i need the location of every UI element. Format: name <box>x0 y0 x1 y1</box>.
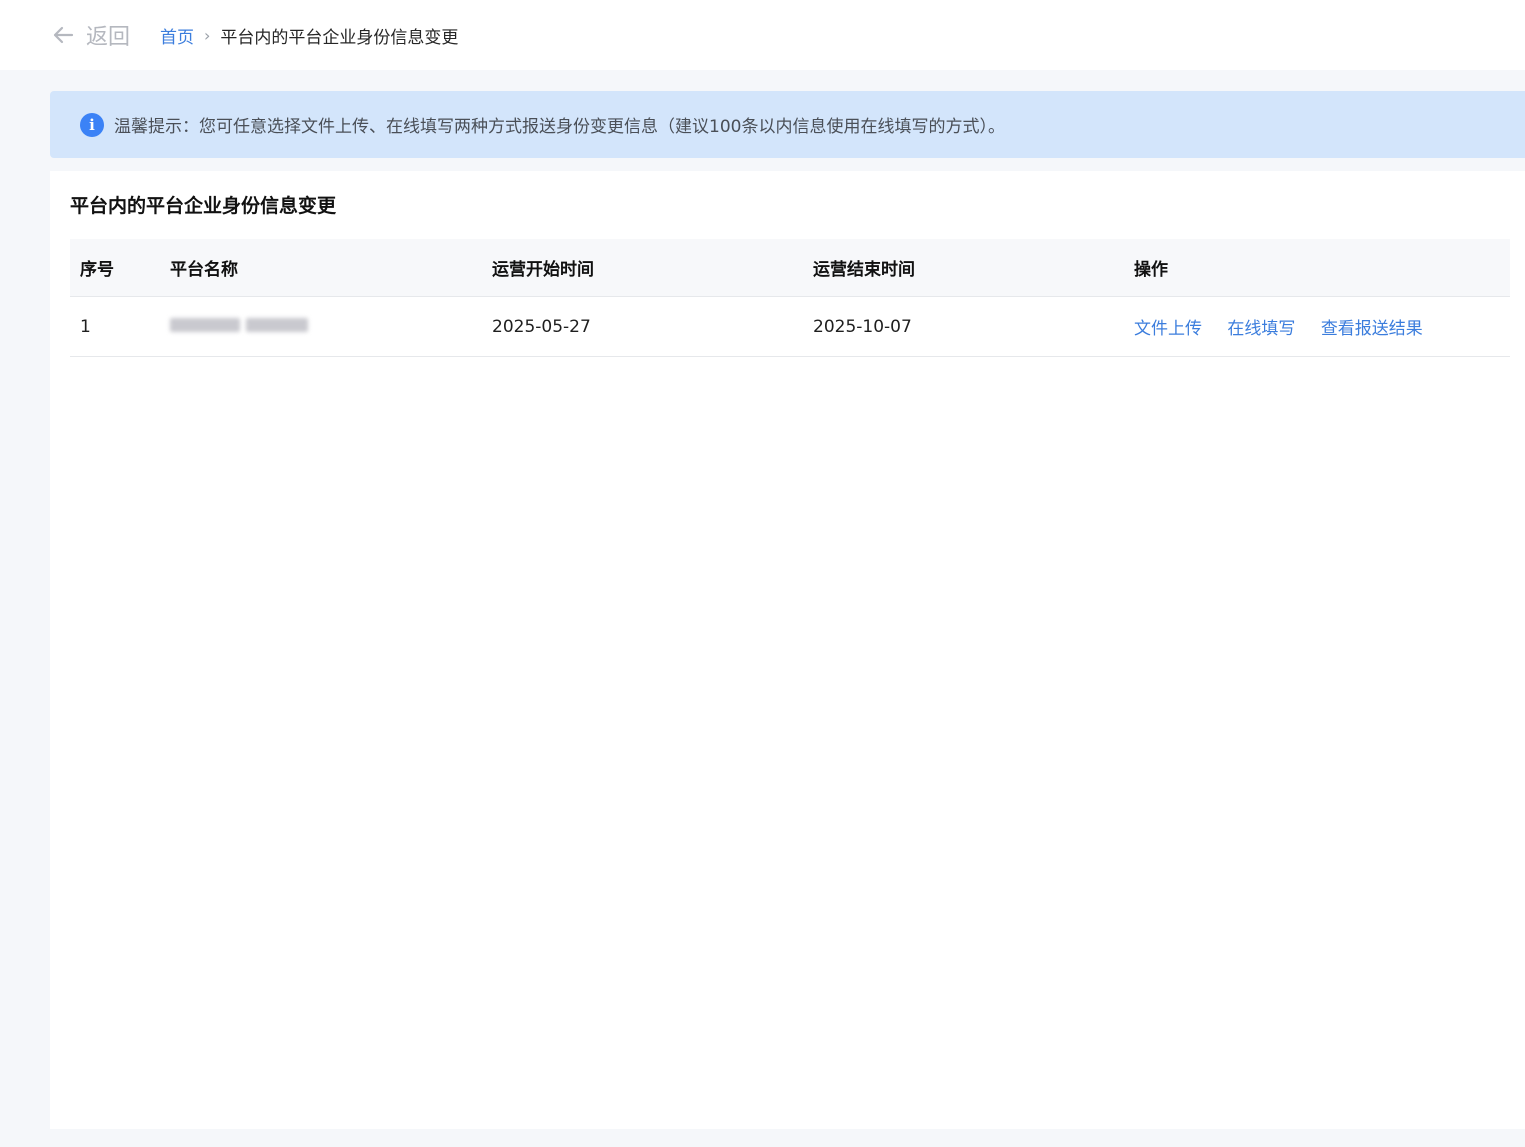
cell-actions: 文件上传 在线填写 查看报送结果 <box>1134 314 1510 339</box>
tip-text: 温馨提示：您可任意选择文件上传、在线填写两种方式报送身份变更信息（建议100条以… <box>114 117 1005 137</box>
cell-platform-name <box>170 317 492 337</box>
file-upload-link[interactable]: 文件上传 <box>1134 319 1202 339</box>
header-platform-name: 平台名称 <box>170 260 238 280</box>
info-icon: i <box>80 112 104 137</box>
platform-table: 序号 平台名称 运营开始时间 运营结束时间 操作 1 2025-05-27 20… <box>70 239 1510 357</box>
online-fill-link[interactable]: 在线填写 <box>1227 319 1295 339</box>
table-header: 序号 平台名称 运营开始时间 运营结束时间 操作 <box>70 239 1510 297</box>
breadcrumb-home-link[interactable]: 首页 <box>160 23 194 48</box>
back-label: 返回 <box>86 25 131 50</box>
arrow-left-icon <box>53 26 74 44</box>
top-bar: 返回 首页 › 平台内的平台企业身份信息变更 <box>0 0 1525 70</box>
content-card: 平台内的平台企业身份信息变更 序号 平台名称 运营开始时间 运营结束时间 操作 … <box>50 171 1525 1129</box>
breadcrumb: 首页 › 平台内的平台企业身份信息变更 <box>160 23 458 48</box>
tip-banner: i 温馨提示：您可任意选择文件上传、在线填写两种方式报送身份变更信息（建议100… <box>50 91 1525 158</box>
redacted-platform-name <box>170 317 308 332</box>
cell-index: 1 <box>80 316 91 337</box>
breadcrumb-separator-icon: › <box>204 25 211 45</box>
cell-start-time: 2025-05-27 <box>492 316 591 337</box>
view-result-link[interactable]: 查看报送结果 <box>1321 319 1423 339</box>
table-row: 1 2025-05-27 2025-10-07 文件上传 在线填写 查看报送结果 <box>70 297 1510 357</box>
header-index: 序号 <box>80 260 114 280</box>
cell-end-time: 2025-10-07 <box>813 316 912 337</box>
header-start-time: 运营开始时间 <box>492 260 594 280</box>
breadcrumb-current: 平台内的平台企业身份信息变更 <box>220 27 459 48</box>
header-end-time: 运营结束时间 <box>813 260 915 280</box>
header-actions: 操作 <box>1134 260 1168 280</box>
back-button[interactable]: 返回 <box>52 19 130 51</box>
page-title: 平台内的平台企业身份信息变更 <box>70 195 337 217</box>
